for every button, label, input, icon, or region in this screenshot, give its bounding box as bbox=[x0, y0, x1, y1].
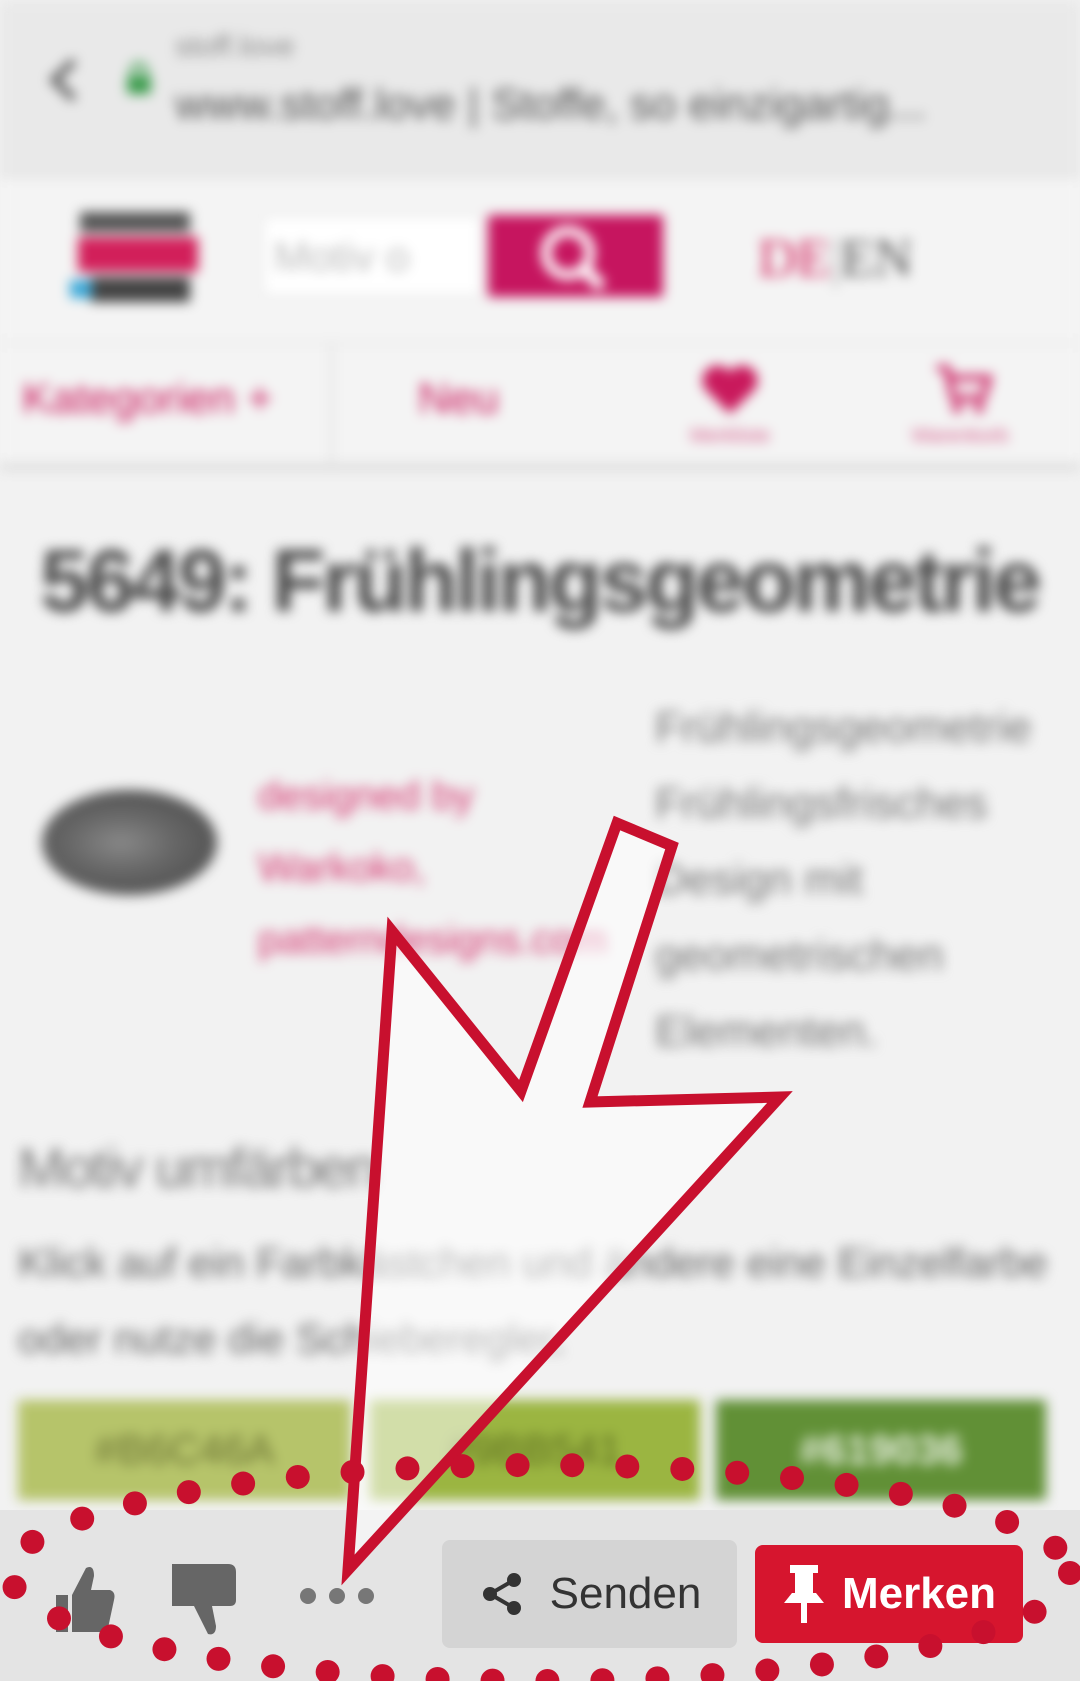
search-icon bbox=[541, 226, 607, 292]
more-options-icon[interactable] bbox=[298, 1586, 376, 1606]
save-button-label: Merken bbox=[841, 1569, 997, 1618]
nav-new[interactable]: Neu bbox=[418, 374, 499, 424]
save-pin-button[interactable]: Merken bbox=[755, 1545, 1023, 1643]
lang-en-link[interactable]: EN bbox=[841, 228, 913, 288]
share-icon bbox=[482, 1573, 521, 1615]
pin-icon bbox=[783, 1565, 824, 1623]
send-button-label: Senden bbox=[549, 1569, 702, 1618]
lang-separator: | bbox=[829, 228, 841, 288]
nav-categories[interactable]: Kategorien + bbox=[22, 374, 273, 424]
color-swatch-3[interactable]: #619036 bbox=[716, 1400, 1046, 1500]
description-line: Frühlingsgeometrie bbox=[655, 703, 1032, 752]
nav-cart-label: Warenkorb bbox=[911, 425, 1009, 447]
nav-cart[interactable]: Warenkorb bbox=[895, 354, 1025, 454]
design-description: Frühlingsgeometrie Frühlingsfrisches Des… bbox=[655, 690, 1075, 1070]
page-title[interactable]: www.stoff.love | Stoffe, so einzigartig.… bbox=[175, 80, 1035, 130]
heart-icon bbox=[702, 365, 758, 414]
designer-credit[interactable]: designed by Warkoko, patterndesigns.com bbox=[258, 760, 607, 976]
site-header: Motiv o DE|EN bbox=[0, 177, 1080, 344]
recolor-heading: Motiv umfärben bbox=[18, 1136, 378, 1199]
back-arrow-icon[interactable] bbox=[40, 55, 90, 105]
nav-favorites-label: Merkliste bbox=[689, 425, 770, 447]
language-switcher: DE|EN bbox=[758, 227, 913, 289]
design-title: 5649: Frühlingsgeometrie bbox=[40, 531, 1042, 630]
lang-de-link[interactable]: DE bbox=[758, 228, 830, 288]
color-swatch-1[interactable]: #B6C46A bbox=[18, 1400, 351, 1500]
site-host: stoff.love bbox=[175, 30, 295, 63]
designer-line: designed by bbox=[258, 774, 474, 818]
browser-toolbar: stoff.love www.stoff.love | Stoffe, so e… bbox=[0, 0, 1080, 177]
blurred-webpage: stoff.love www.stoff.love | Stoffe, so e… bbox=[0, 0, 1080, 1681]
search-input[interactable]: Motiv o bbox=[262, 215, 482, 297]
action-bar: Senden Merken bbox=[0, 1510, 1080, 1681]
description-line: geometrischen bbox=[655, 931, 944, 980]
recolor-instructions: Klick auf ein Farbkästchen und ändere ei… bbox=[18, 1239, 1048, 1362]
description-line: Elementen. bbox=[655, 1007, 878, 1056]
color-swatch-2[interactable]: #9BB541 bbox=[370, 1400, 700, 1500]
thumbs-up-icon[interactable] bbox=[48, 1560, 118, 1635]
send-button[interactable]: Senden bbox=[442, 1540, 737, 1648]
nav-favorites[interactable]: Merkliste bbox=[660, 354, 800, 454]
cart-icon bbox=[937, 365, 994, 413]
description-line: Design mit bbox=[655, 855, 863, 904]
designer-line: Warkoko, bbox=[258, 846, 426, 890]
designer-line: patterndesigns.com bbox=[258, 918, 608, 962]
thumbs-down-icon[interactable] bbox=[172, 1558, 242, 1638]
lock-icon bbox=[127, 62, 151, 94]
designer-avatar[interactable] bbox=[42, 790, 217, 895]
stoff-love-logo[interactable] bbox=[70, 202, 215, 317]
nav-divider bbox=[330, 344, 333, 464]
search-button[interactable] bbox=[488, 215, 663, 297]
description-line: Frühlingsfrisches bbox=[655, 779, 988, 828]
main-nav: Kategorien + Neu Merkliste Warenkorb bbox=[0, 344, 1080, 470]
